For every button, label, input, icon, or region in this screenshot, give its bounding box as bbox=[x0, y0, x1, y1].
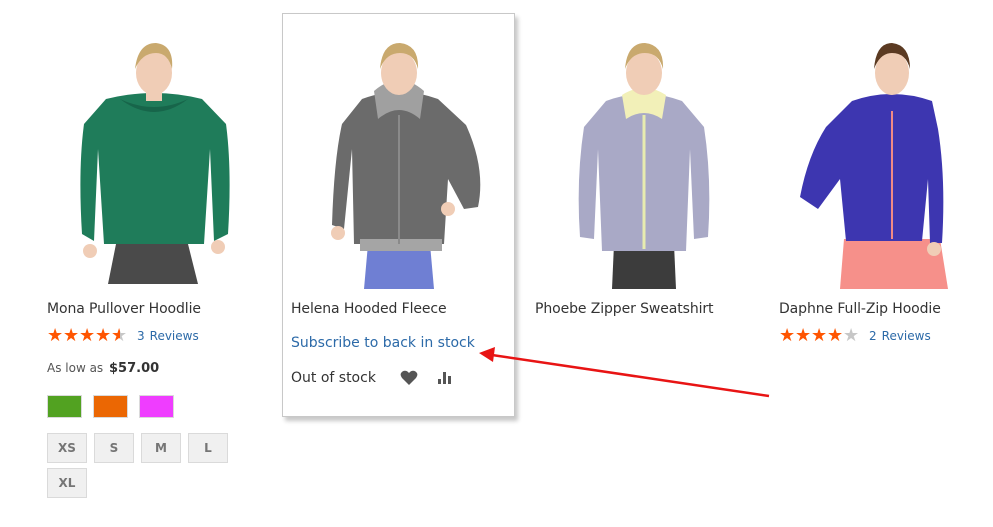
size-swatch-s[interactable]: S bbox=[94, 433, 134, 463]
size-swatch-m[interactable]: M bbox=[141, 433, 181, 463]
color-swatch-purple[interactable] bbox=[139, 395, 174, 418]
reviews-link[interactable]: 3 Reviews bbox=[137, 329, 204, 343]
star-icon: ★ bbox=[63, 325, 80, 346]
color-swatch-green[interactable] bbox=[47, 395, 82, 418]
review-count: 2 bbox=[869, 329, 877, 343]
reviews-label: Reviews bbox=[881, 329, 931, 343]
product-image[interactable] bbox=[282, 29, 516, 289]
product-name-link[interactable]: Helena Hooded Fleece bbox=[291, 300, 516, 318]
add-to-compare-button[interactable] bbox=[436, 369, 454, 387]
star-empty-icon: ★ bbox=[843, 325, 860, 346]
review-count: 3 bbox=[137, 329, 145, 343]
product-image[interactable] bbox=[770, 29, 993, 289]
reviews-label: Reviews bbox=[149, 329, 199, 343]
rating-stars: ★ ★ ★ ★ ★ bbox=[47, 325, 128, 346]
star-icon: ★ bbox=[79, 325, 96, 346]
size-swatch-l[interactable]: L bbox=[188, 433, 228, 463]
color-swatch-orange[interactable] bbox=[93, 395, 128, 418]
star-icon: ★ bbox=[779, 325, 796, 346]
price-box: As low as $57.00 bbox=[47, 361, 272, 376]
add-to-wishlist-button[interactable] bbox=[400, 369, 418, 387]
star-half-icon: ★ bbox=[111, 325, 128, 346]
price-amount: $57.00 bbox=[109, 361, 160, 376]
heart-icon bbox=[400, 370, 418, 385]
reviews-link[interactable]: 2 Reviews bbox=[869, 329, 936, 343]
product-image[interactable] bbox=[526, 29, 760, 289]
product-name-link[interactable]: Phoebe Zipper Sweatshirt bbox=[535, 300, 760, 318]
size-swatch-xl[interactable]: XL bbox=[47, 468, 87, 498]
rating-summary: ★ ★ ★ ★ ★ 3 Reviews bbox=[47, 325, 272, 346]
stock-status: Out of stock bbox=[291, 370, 376, 386]
compare-chart-icon bbox=[437, 372, 451, 384]
size-swatch-xs[interactable]: XS bbox=[47, 433, 87, 463]
star-icon: ★ bbox=[95, 325, 112, 346]
subscribe-to-back-in-stock-link[interactable]: Subscribe to back in stock bbox=[291, 334, 516, 352]
star-icon: ★ bbox=[47, 325, 64, 346]
star-icon: ★ bbox=[795, 325, 812, 346]
price-prefix: As low as bbox=[47, 361, 104, 375]
rating-stars: ★ ★ ★ ★ ★ bbox=[779, 325, 860, 346]
size-swatches: XS S M L XL bbox=[47, 433, 247, 503]
product-name-link[interactable]: Daphne Full-Zip Hoodie bbox=[779, 300, 993, 318]
color-swatches bbox=[47, 395, 272, 418]
rating-summary: ★ ★ ★ ★ ★ 2 Reviews bbox=[779, 325, 993, 346]
product-item-helena-hooded-fleece: Helena Hooded Fleece Subscribe to back i… bbox=[282, 13, 515, 417]
star-icon: ★ bbox=[827, 325, 844, 346]
star-icon: ★ bbox=[811, 325, 828, 346]
product-image[interactable] bbox=[38, 29, 272, 289]
product-name-link[interactable]: Mona Pullover Hoodlie bbox=[47, 300, 272, 318]
